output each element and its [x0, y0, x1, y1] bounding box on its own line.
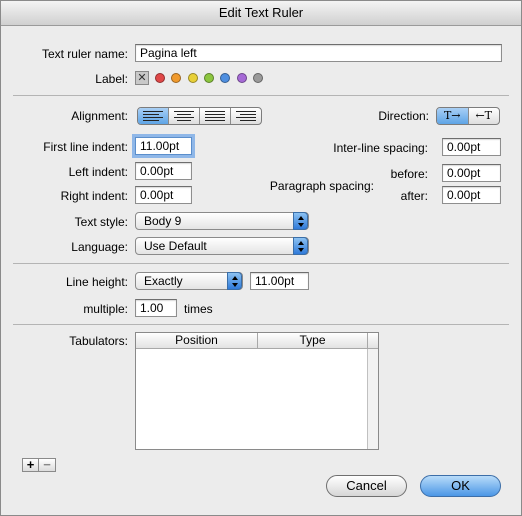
alignment-label: Alignment: [71, 109, 128, 123]
text-style-popup[interactable]: Body 9 [135, 212, 309, 230]
ok-button[interactable]: OK [420, 475, 501, 497]
right-indent-label: Right indent: [60, 189, 128, 203]
language-label: Language: [71, 240, 128, 254]
language-value: Use Default [144, 239, 207, 253]
direction-ltr-button[interactable]: T→ [437, 108, 469, 124]
language-popup[interactable]: Use Default [135, 237, 309, 255]
right-indent-input[interactable] [135, 186, 192, 204]
multiple-input[interactable] [135, 299, 177, 317]
first-line-indent-label: First line indent: [43, 140, 128, 154]
alignment-segmented-control [137, 107, 262, 125]
separator [13, 263, 509, 264]
before-label: before: [390, 167, 428, 181]
label-color-swatch[interactable] [155, 73, 165, 83]
align-left-button[interactable] [138, 108, 169, 124]
separator [13, 324, 509, 325]
add-tab-button[interactable]: + [22, 458, 39, 472]
multiple-label: multiple: [83, 302, 128, 316]
paragraph-spacing-label: Paragraph spacing: [269, 179, 374, 193]
direction-label: Direction: [378, 109, 429, 123]
line-height-mode-popup[interactable]: Exactly [135, 272, 243, 290]
left-indent-label: Left indent: [68, 165, 128, 179]
left-indent-input[interactable] [135, 162, 192, 180]
no-label-icon[interactable]: ✕ [135, 71, 149, 85]
window-title: Edit Text Ruler [1, 1, 521, 26]
label-color-swatch[interactable] [236, 73, 247, 83]
edit-text-ruler-dialog: Edit Text Ruler Text ruler name: Label: … [0, 0, 522, 516]
inter-line-spacing-input[interactable] [442, 138, 501, 156]
align-justify-button[interactable] [200, 108, 231, 124]
paragraph-after-input[interactable] [442, 186, 501, 204]
label-color-swatch[interactable] [203, 73, 214, 83]
direction-rtl-button[interactable]: ←T [469, 108, 500, 124]
table-scrollbar[interactable] [367, 349, 378, 449]
popup-arrows-icon [227, 272, 242, 290]
paragraph-before-input[interactable] [442, 164, 501, 182]
text-style-value: Body 9 [144, 214, 182, 228]
inter-line-spacing-label: Inter-line spacing: [333, 141, 428, 155]
label-color-swatch[interactable] [187, 73, 198, 83]
cancel-button[interactable]: Cancel [326, 475, 407, 497]
align-center-button[interactable] [169, 108, 200, 124]
after-label: after: [400, 189, 428, 203]
column-header-type[interactable]: Type [258, 333, 368, 349]
ruler-name-input[interactable] [135, 44, 502, 62]
label-label: Label: [95, 72, 128, 86]
text-style-label: Text style: [74, 215, 128, 229]
separator [13, 95, 509, 96]
tabulators-table[interactable]: Position Type [135, 332, 379, 450]
popup-arrows-icon [293, 237, 308, 255]
label-color-swatch[interactable] [252, 73, 263, 83]
ruler-name-label: Text ruler name: [41, 47, 128, 61]
direction-segmented-control: T→ ←T [436, 107, 500, 125]
first-line-indent-input[interactable] [135, 137, 192, 155]
line-height-mode-value: Exactly [144, 274, 183, 288]
line-height-label: Line height: [65, 275, 128, 289]
tabulators-label: Tabulators: [69, 334, 128, 348]
align-right-button[interactable] [231, 108, 261, 124]
column-header-filler [368, 333, 378, 349]
column-header-position[interactable]: Position [136, 333, 258, 349]
remove-tab-button[interactable]: − [39, 458, 56, 472]
label-color-swatch[interactable] [171, 73, 182, 83]
line-height-input[interactable] [250, 272, 309, 290]
times-label: times [184, 302, 213, 316]
popup-arrows-icon [293, 212, 308, 230]
label-color-swatch[interactable] [220, 73, 231, 83]
